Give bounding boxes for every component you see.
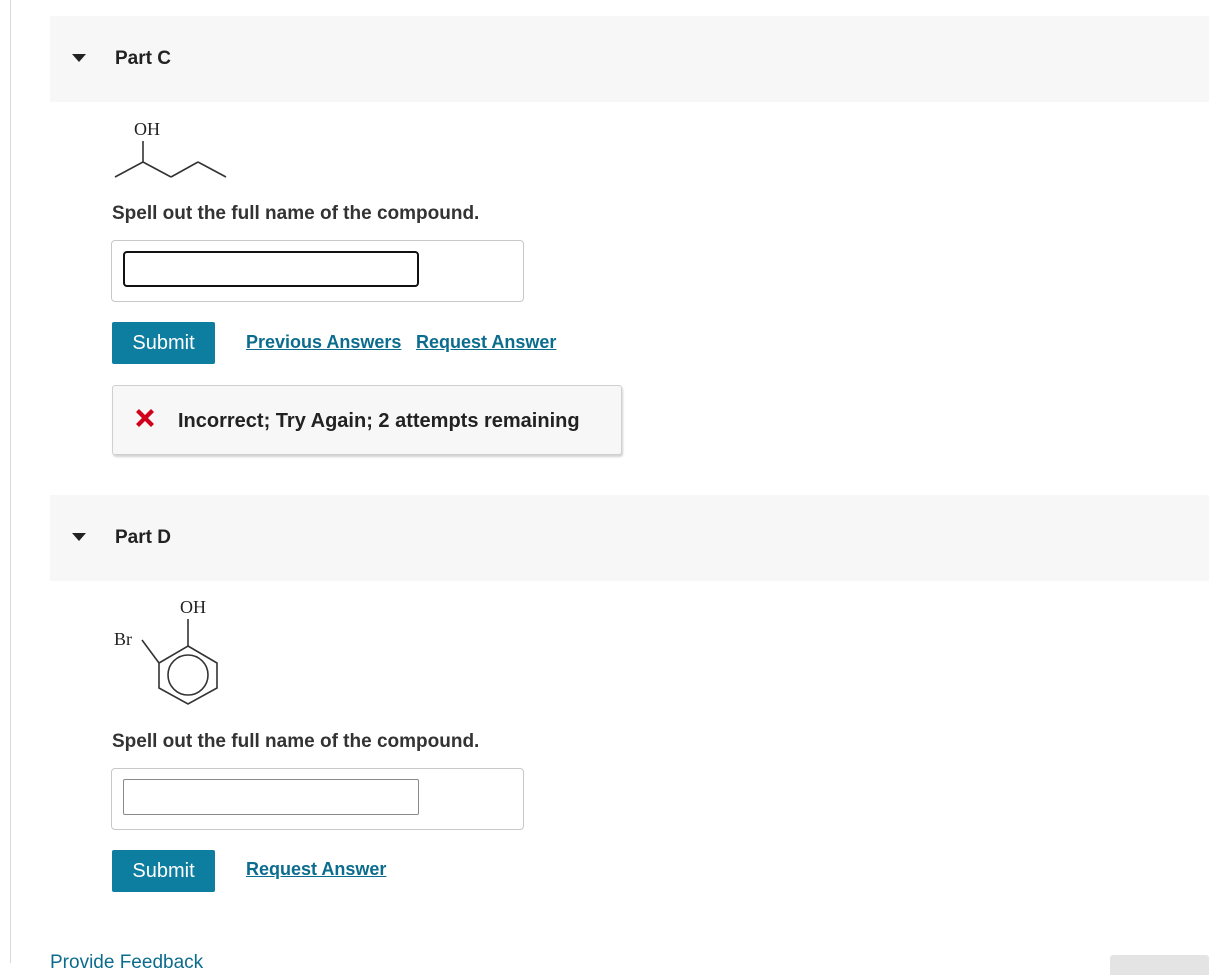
caret-down-icon[interactable] xyxy=(72,533,86,541)
incorrect-x-icon xyxy=(136,409,154,427)
part-c-previous-answers-link[interactable]: Previous Answers xyxy=(246,332,401,353)
part-d-molecule-structure: OH Br xyxy=(114,597,218,705)
part-c-answer-input[interactable] xyxy=(123,251,419,287)
part-c-header[interactable]: Part C xyxy=(50,16,1209,102)
part-c-feedback-text: Incorrect; Try Again; 2 attempts remaini… xyxy=(178,410,580,432)
next-button[interactable] xyxy=(1110,955,1209,975)
part-c-answer-box xyxy=(111,240,524,302)
part-c-submit-button[interactable]: Submit xyxy=(112,322,215,364)
part-d-answer-box xyxy=(111,768,524,830)
part-d-br-label: Br xyxy=(114,629,132,649)
caret-down-icon[interactable] xyxy=(72,54,86,62)
part-c-molecule-structure: OH xyxy=(114,119,227,178)
part-c-prompt: Spell out the full name of the compound. xyxy=(112,203,480,224)
provide-feedback-link[interactable]: Provide Feedback xyxy=(50,952,203,974)
part-d-oh-label: OH xyxy=(180,597,206,617)
part-d-answer-input[interactable] xyxy=(123,779,419,815)
part-d-request-answer-link[interactable]: Request Answer xyxy=(246,859,386,880)
part-c-title: Part C xyxy=(115,48,171,69)
part-d-prompt: Spell out the full name of the compound. xyxy=(112,731,480,752)
page-left-border xyxy=(10,0,11,963)
part-d-title: Part D xyxy=(115,527,171,548)
part-c-oh-label: OH xyxy=(134,119,160,139)
part-d-header[interactable]: Part D xyxy=(50,495,1209,581)
part-c-feedback-panel: Incorrect; Try Again; 2 attempts remaini… xyxy=(112,385,622,455)
part-c-request-answer-link[interactable]: Request Answer xyxy=(416,332,556,353)
part-d-submit-button[interactable]: Submit xyxy=(112,850,215,892)
